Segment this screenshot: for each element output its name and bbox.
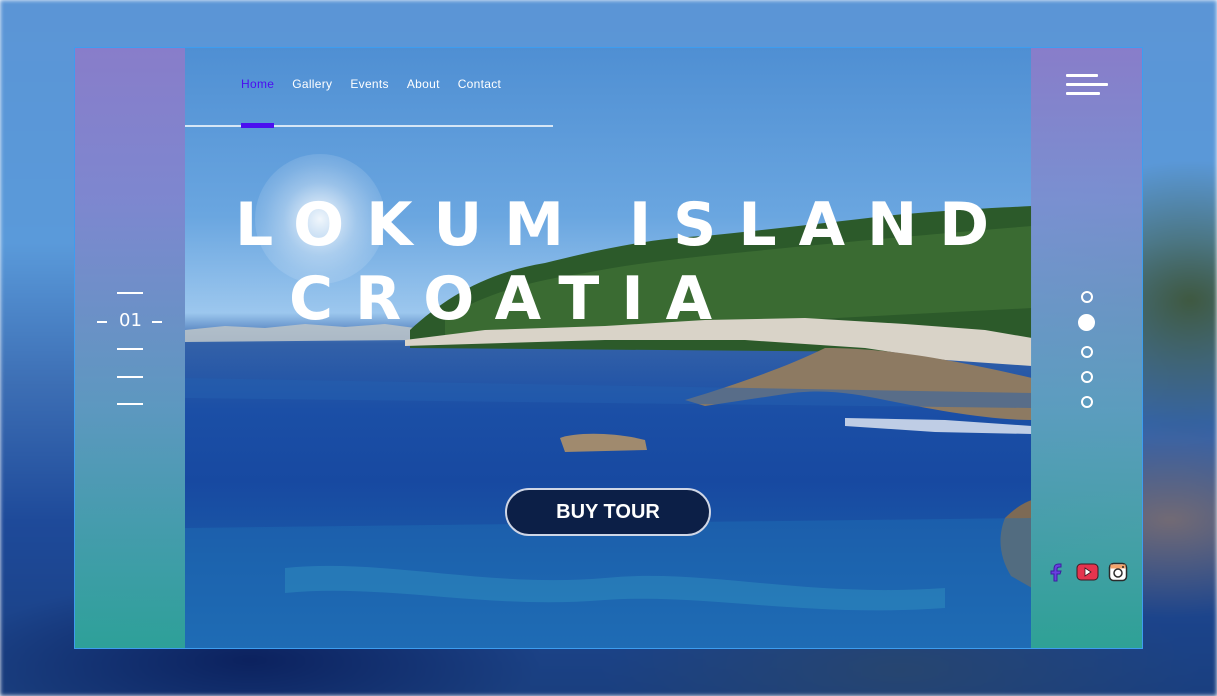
- counter-line-3[interactable]: [117, 403, 143, 405]
- nav-item-contact[interactable]: Contact: [458, 77, 501, 91]
- counter-dash-right: [152, 321, 162, 323]
- youtube-icon[interactable]: [1076, 562, 1099, 582]
- facebook-icon[interactable]: [1047, 562, 1067, 582]
- counter-line-1[interactable]: [117, 348, 143, 350]
- slide-dot-1[interactable]: [1081, 291, 1093, 303]
- nav-item-about[interactable]: About: [407, 77, 440, 91]
- slide-dot-5[interactable]: [1081, 396, 1093, 408]
- slide-counter: 01: [119, 310, 142, 331]
- slide-dot-3[interactable]: [1081, 346, 1093, 358]
- nav-item-events[interactable]: Events: [350, 77, 389, 91]
- hero-title-line1: LOKUM ISLAND: [235, 190, 1012, 260]
- island-scene: [185, 206, 1032, 648]
- main-nav: Home Gallery Events About Contact: [241, 77, 501, 91]
- hero-frame: Home Gallery Events About Contact LOKUM …: [74, 47, 1143, 649]
- slide-dot-2[interactable]: [1078, 314, 1095, 331]
- nav-item-gallery[interactable]: Gallery: [292, 77, 332, 91]
- hero-title: LOKUM ISLAND CROATIA: [235, 188, 1011, 336]
- instagram-icon[interactable]: [1108, 562, 1128, 582]
- nav-active-marker: [241, 123, 274, 128]
- counter-line-2[interactable]: [117, 376, 143, 378]
- counter-dash-left: [97, 321, 107, 323]
- island-photo: [185, 48, 1032, 648]
- nav-item-home[interactable]: Home: [241, 77, 274, 91]
- buy-tour-button[interactable]: BUY TOUR: [505, 488, 711, 536]
- menu-icon[interactable]: [1066, 74, 1108, 96]
- slide-dot-4[interactable]: [1081, 371, 1093, 383]
- hero-title-line2: CROATIA: [289, 264, 735, 334]
- counter-line-top: [117, 292, 143, 294]
